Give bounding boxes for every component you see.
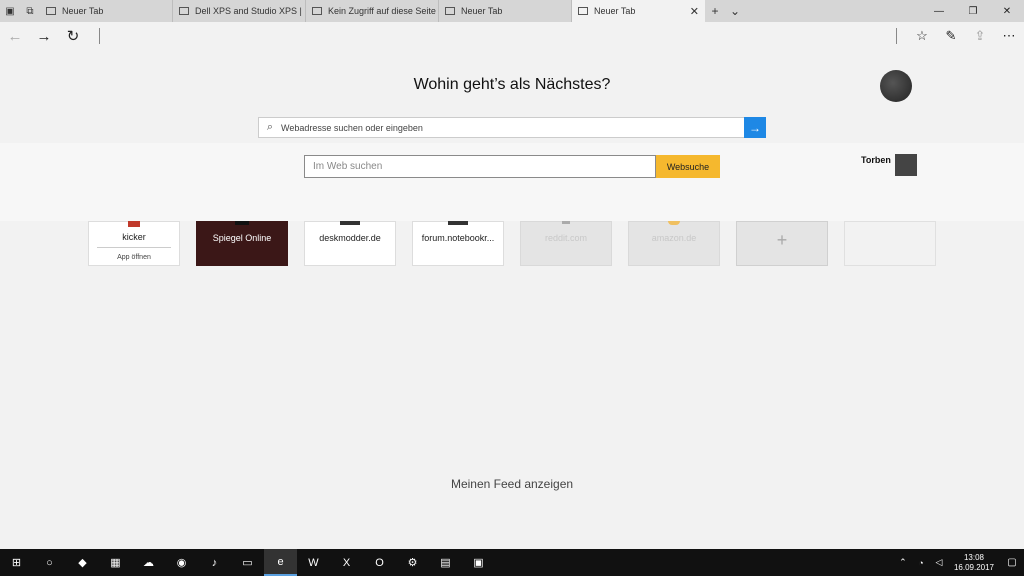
tab-title: Kein Zugriff auf diese Seite (328, 6, 436, 16)
site-logo-icon (448, 221, 468, 225)
tile-label: kicker (122, 232, 146, 242)
kicker-logo-icon (128, 221, 140, 227)
search-input[interactable]: Webadresse suchen oder eingeben (281, 123, 744, 133)
refresh-icon[interactable]: ↻ (63, 26, 83, 46)
forward-arrow-icon[interactable]: → (34, 26, 54, 46)
chevron-up-icon[interactable]: ⌃ (894, 557, 912, 568)
word-icon[interactable]: W (297, 549, 330, 576)
page-icon (445, 7, 455, 15)
tab[interactable]: Neuer Tab (439, 0, 572, 22)
gear-icon[interactable]: ⚙ (396, 549, 429, 576)
web-note-icon[interactable]: ✎ (941, 26, 961, 46)
more-icon[interactable]: ⋯ (999, 26, 1019, 46)
page-icon (312, 7, 322, 15)
page-icon (46, 7, 56, 15)
top-site-tile-amazon[interactable]: amazon.de (628, 221, 720, 266)
edge-browser-icon[interactable]: e (264, 549, 297, 576)
top-site-tile-kicker[interactable]: kicker App öffnen (88, 221, 180, 266)
page-title: Wohin geht’s als Nächstes? (413, 76, 611, 93)
tile-label: reddit.com (544, 233, 588, 243)
divider (97, 247, 171, 248)
restore-icon[interactable]: ❐ (956, 0, 990, 22)
page-icon (578, 7, 588, 15)
tab-title: Dell XPS and Studio XPS | N (195, 6, 306, 16)
tab-bar: ▣ ⧉ Neuer Tab Dell XPS and Studio XPS | … (0, 0, 1024, 22)
back-arrow-icon[interactable]: ← (5, 26, 25, 46)
close-tab-icon[interactable]: ✕ (682, 5, 699, 18)
windows-start-icon[interactable]: ⊞ (0, 549, 33, 576)
top-site-tile-reddit[interactable]: reddit.com (520, 221, 612, 266)
empty-tile (844, 221, 936, 266)
tile-label: Spiegel Online (212, 233, 272, 243)
time: 13:08 (963, 552, 984, 562)
tab-title: Neuer Tab (461, 6, 503, 16)
user-name: Torben (861, 155, 891, 165)
divider (99, 28, 100, 44)
tab-title: Neuer Tab (62, 6, 104, 16)
file-explorer-icon[interactable]: ▭ (231, 549, 264, 576)
tile-label: deskmodder.de (319, 233, 381, 243)
minimize-icon[interactable]: — (922, 0, 956, 22)
vpn-app-icon[interactable]: ◆ (66, 549, 99, 576)
tab[interactable]: Dell XPS and Studio XPS | N (173, 0, 306, 22)
avatar[interactable] (880, 70, 912, 102)
new-tab-icon[interactable]: + (705, 0, 725, 22)
window-controls: — ❐ ✕ (922, 0, 1024, 22)
top-site-tile-spiegel[interactable]: Spiegel Online (196, 221, 288, 266)
cloud-app-icon[interactable]: ☁ (132, 549, 165, 576)
outlook-icon[interactable]: O (363, 549, 396, 576)
web-search-button[interactable]: Websuche (656, 155, 720, 178)
site-logo-icon (340, 221, 360, 225)
close-window-icon[interactable]: ✕ (990, 0, 1024, 22)
notification-center-icon[interactable]: ▢ (1000, 557, 1024, 568)
go-arrow-button[interactable]: → (744, 117, 766, 138)
cortana-icon[interactable]: ○ (33, 549, 66, 576)
address-search-box[interactable]: ⌕ Webadresse suchen oder eingeben → (258, 117, 766, 138)
open-app-link[interactable]: App öffnen (89, 254, 179, 261)
settings-app-icon[interactable]: ◉ (165, 549, 198, 576)
favorites-icon[interactable]: ☆ (912, 26, 932, 46)
date: 16.09.2017 (953, 562, 994, 572)
top-site-tile-deskmodder[interactable]: deskmodder.de (304, 221, 396, 266)
tile-label: amazon.de (651, 233, 697, 243)
chevron-down-icon[interactable]: ⌄ (725, 0, 745, 22)
volume-icon[interactable]: ◁ (930, 557, 948, 568)
divider (896, 28, 897, 44)
store-icon[interactable]: ▣ (462, 549, 495, 576)
tab-preview-icon[interactable]: ▣ (0, 0, 20, 22)
network-app-icon[interactable]: ▤ (429, 549, 462, 576)
show-feed-link[interactable]: Meinen Feed anzeigen (0, 477, 1024, 491)
tab-active[interactable]: Neuer Tab ✕ (572, 0, 705, 22)
add-site-tile[interactable]: + (736, 221, 828, 266)
amazon-logo-icon (668, 221, 680, 225)
top-site-tile-notebookreview[interactable]: forum.notebookr... (412, 221, 504, 266)
web-search-input[interactable]: Im Web suchen (304, 155, 656, 178)
navigation-bar: ← → ↻ ☆ ✎ ⇪ ⋯ (0, 22, 1024, 50)
system-tray: ⌃ ◔ ◁ 13:08 16.09.2017 ▢ (894, 549, 1024, 576)
clock[interactable]: 13:08 16.09.2017 (948, 553, 1000, 573)
tile-label: forum.notebookr... (421, 233, 495, 243)
user-avatar[interactable] (895, 154, 917, 176)
share-icon[interactable]: ⇪ (970, 26, 990, 46)
reddit-logo-icon (562, 221, 570, 224)
wifi-icon[interactable]: ◔ (912, 558, 930, 568)
site-logo-icon (235, 221, 249, 225)
set-aside-icon[interactable]: ⧉ (20, 0, 40, 22)
taskbar: ⊞ ○ ◆ ▦ ☁ ◉ ♪ ▭ e W X O ⚙ ▤ ▣ ⌃ ◔ ◁ 13:0… (0, 549, 1024, 576)
tab[interactable]: Kein Zugriff auf diese Seite (306, 0, 439, 22)
tab-title: Neuer Tab (594, 6, 636, 16)
plus-icon: + (776, 230, 788, 250)
page-icon (179, 7, 189, 15)
search-icon: ⌕ (266, 121, 274, 133)
tab[interactable]: Neuer Tab (40, 0, 173, 22)
excel-icon[interactable]: X (330, 549, 363, 576)
music-app-icon[interactable]: ♪ (198, 549, 231, 576)
calculator-icon[interactable]: ▦ (99, 549, 132, 576)
